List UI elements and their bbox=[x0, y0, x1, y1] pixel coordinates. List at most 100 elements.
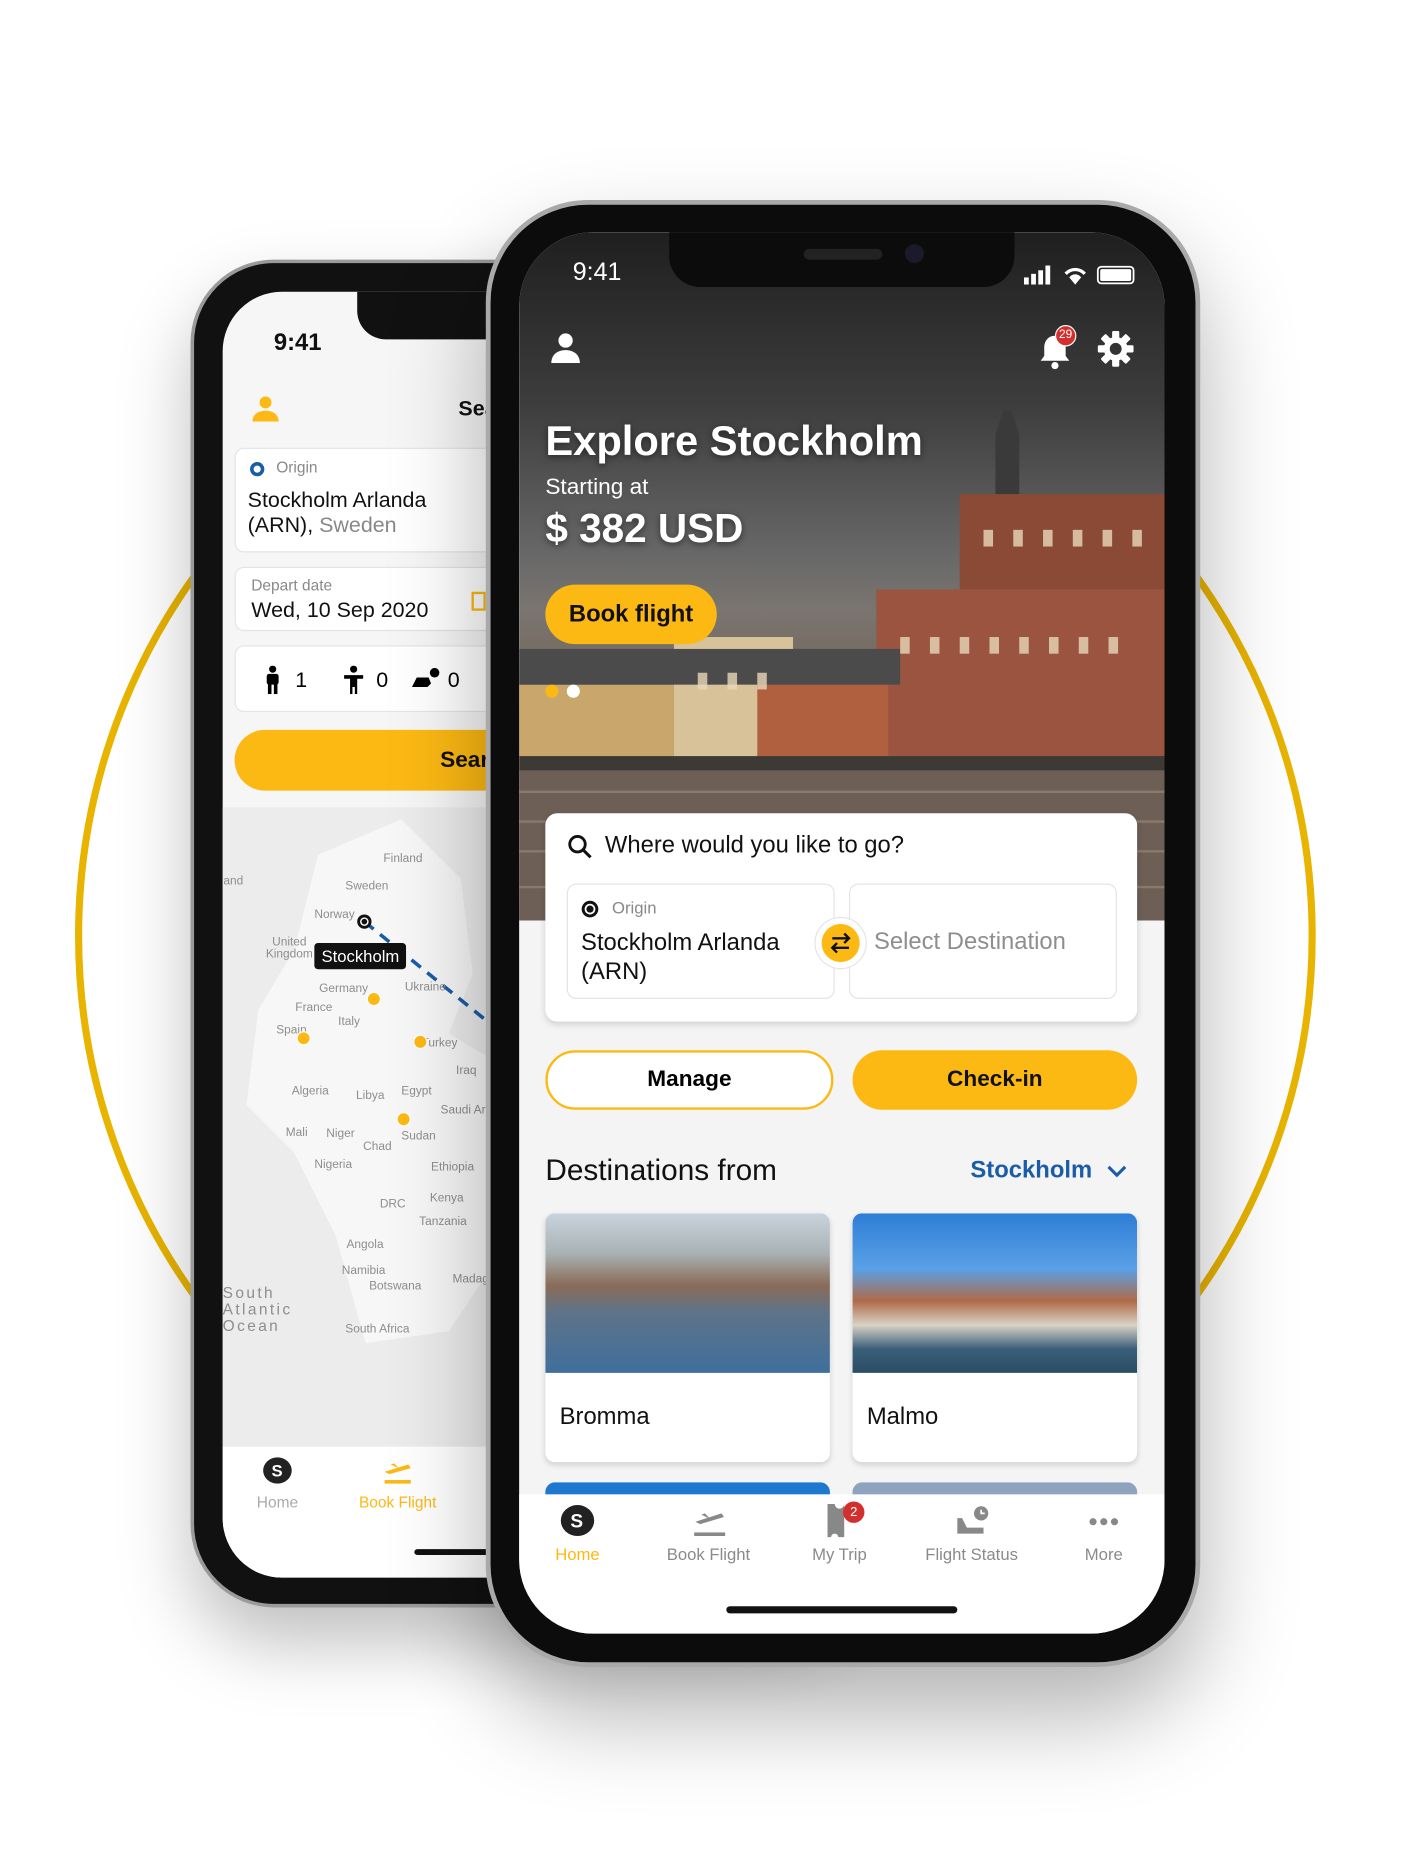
tab-home[interactable]: S Home bbox=[223, 1456, 343, 1511]
front-phone-notch bbox=[669, 232, 1015, 287]
destination-card-malmo[interactable]: Malmo bbox=[852, 1213, 1138, 1463]
map-label: Ethiopia bbox=[431, 1160, 475, 1175]
tab-more[interactable]: More bbox=[1038, 1504, 1164, 1564]
destination-search-input[interactable]: Where would you like to go? bbox=[567, 832, 904, 859]
destination-dot[interactable] bbox=[396, 1112, 411, 1127]
map-label: Chad bbox=[363, 1140, 392, 1154]
tab-label: My Trip bbox=[812, 1544, 867, 1564]
search-prompt: Where would you like to go? bbox=[604, 832, 905, 859]
status-time: 9:41 bbox=[273, 329, 322, 357]
swap-arrows-icon bbox=[821, 923, 860, 963]
book-flight-button[interactable]: Book flight bbox=[545, 584, 717, 645]
origin-label: Origin bbox=[612, 897, 657, 917]
chevron-down-icon bbox=[1107, 1165, 1127, 1177]
tab-label: Flight Status bbox=[925, 1544, 1018, 1564]
origin-city-dropdown[interactable]: Stockholm bbox=[970, 1157, 1127, 1184]
wifi-icon bbox=[1064, 267, 1086, 285]
tab-label: Book Flight bbox=[666, 1544, 751, 1564]
map-label: Tanzania bbox=[419, 1215, 467, 1229]
tab-home[interactable]: S Home bbox=[519, 1504, 643, 1564]
profile-icon[interactable] bbox=[550, 332, 581, 364]
swap-button[interactable] bbox=[814, 916, 867, 970]
book-flight-label: Book flight bbox=[568, 600, 694, 627]
status-time: 9:41 bbox=[572, 258, 622, 286]
destination-name: Malmo bbox=[866, 1403, 939, 1431]
tab-label: Home bbox=[555, 1544, 600, 1564]
destination-name: Bromma bbox=[559, 1403, 650, 1431]
map-label: Botswana bbox=[369, 1280, 422, 1294]
status-icons bbox=[1024, 265, 1135, 285]
adult-icon bbox=[266, 665, 279, 695]
checkin-button[interactable]: Check-in bbox=[852, 1050, 1138, 1110]
tab-label: Book Flight bbox=[358, 1493, 437, 1511]
malmo-image bbox=[852, 1213, 1138, 1373]
map-label: Iceland bbox=[222, 875, 244, 889]
destination-dot[interactable] bbox=[296, 1031, 311, 1046]
tab-label: Home bbox=[256, 1493, 299, 1511]
signal-icon bbox=[1024, 265, 1051, 285]
profile-icon[interactable] bbox=[251, 394, 280, 423]
destination-dot[interactable] bbox=[366, 991, 382, 1007]
trip-badge: 2 bbox=[843, 1501, 865, 1523]
notifications-button[interactable]: 29 bbox=[1038, 325, 1077, 376]
map-label: Sweden bbox=[345, 879, 389, 894]
map-label: Italy bbox=[338, 1015, 361, 1029]
tab-flight-status[interactable]: Flight Status bbox=[906, 1504, 1037, 1564]
destination-field[interactable]: Select Destination bbox=[848, 883, 1117, 999]
map-label: Sudan bbox=[401, 1129, 436, 1144]
map-label: Finland bbox=[383, 852, 423, 866]
hero-price: $ 382 USD bbox=[545, 506, 744, 552]
carousel-dot[interactable] bbox=[566, 684, 580, 698]
map-label: Iraq bbox=[456, 1064, 477, 1078]
destinations-heading: Destinations from bbox=[545, 1153, 777, 1188]
origin-pin-icon[interactable] bbox=[356, 913, 373, 930]
map-label: Namibia bbox=[341, 1264, 386, 1278]
more-dots-icon bbox=[1089, 1518, 1119, 1526]
tab-book-flight[interactable]: Book Flight bbox=[332, 1456, 463, 1511]
map-label: Niger bbox=[326, 1127, 355, 1141]
brand-s-icon: S bbox=[263, 1457, 292, 1484]
svg-text:S: S bbox=[271, 1461, 282, 1480]
manage-label: Manage bbox=[647, 1066, 732, 1092]
map-label: Mali bbox=[285, 1126, 308, 1140]
origin-radio-icon bbox=[250, 461, 265, 477]
home-indicator bbox=[726, 1606, 958, 1614]
destination-dot[interactable] bbox=[413, 1034, 428, 1050]
front-camera bbox=[904, 244, 924, 264]
carousel-dot-active[interactable] bbox=[545, 684, 559, 698]
map-label: South Africa bbox=[345, 1322, 410, 1336]
map-label: Kenya bbox=[429, 1191, 464, 1205]
map-label: Angola bbox=[346, 1238, 384, 1252]
map-label: France bbox=[295, 1001, 333, 1015]
infants-count: 0 bbox=[447, 667, 460, 692]
calendar-icon[interactable] bbox=[471, 589, 486, 611]
plane-takeoff-icon bbox=[384, 1463, 411, 1484]
map-label: Egypt bbox=[401, 1084, 432, 1098]
map-label: Algeria bbox=[291, 1084, 329, 1098]
tab-my-trip[interactable]: 2 My Trip bbox=[774, 1501, 905, 1564]
plane-landing-clock-icon bbox=[957, 1506, 989, 1534]
origin-label: Origin bbox=[276, 458, 318, 477]
tab-label: More bbox=[1084, 1544, 1123, 1564]
child-icon bbox=[344, 665, 364, 695]
map-label: DRC bbox=[379, 1197, 406, 1211]
plane-takeoff-icon bbox=[694, 1513, 726, 1537]
tab-book-flight[interactable]: Book Flight bbox=[643, 1504, 774, 1564]
destination-card-bromma[interactable]: Bromma bbox=[545, 1213, 830, 1463]
hero-title: Explore Stockholm bbox=[545, 417, 923, 465]
infant-icon bbox=[411, 667, 440, 688]
origin-value: Stockholm Arlanda (ARN) bbox=[581, 929, 780, 985]
search-icon bbox=[568, 834, 592, 858]
origin-field[interactable]: Origin Stockholm Arlanda (ARN) bbox=[566, 883, 835, 999]
tab-bar: S Home Book Flight 2 My Trip Flight Stat… bbox=[519, 1494, 1165, 1634]
brand-s-icon: S bbox=[560, 1505, 595, 1537]
hero-subtitle: Starting at bbox=[545, 475, 649, 501]
front-phone-screen: 9:41 29 Explore Stockholm Starting at $ … bbox=[519, 232, 1165, 1634]
adults-count: 1 bbox=[295, 667, 308, 692]
map-label: Nigeria bbox=[314, 1158, 353, 1172]
speaker-grille bbox=[803, 248, 883, 260]
map-label: United Kingdom bbox=[265, 935, 313, 961]
origin-country: Sweden bbox=[319, 513, 397, 538]
settings-gear-icon[interactable] bbox=[1097, 330, 1135, 368]
manage-button[interactable]: Manage bbox=[545, 1050, 834, 1110]
